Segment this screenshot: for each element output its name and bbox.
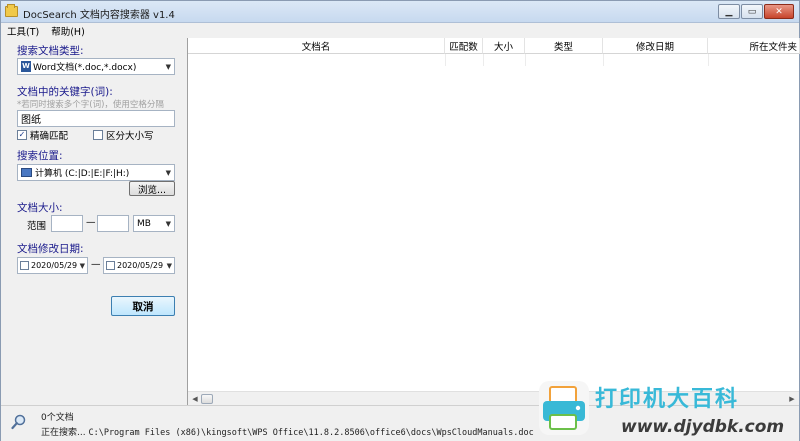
window-controls: ▁ ▭ ✕ — [718, 4, 794, 19]
chevron-down-icon: ▼ — [165, 63, 171, 71]
scrollbar-thumb[interactable] — [201, 394, 213, 404]
column-divider — [445, 54, 446, 66]
close-button[interactable]: ✕ — [764, 4, 794, 19]
checkbox-unchecked-icon[interactable] — [20, 261, 29, 270]
size-dash: — — [86, 217, 96, 228]
column-header-size[interactable]: 大小 — [483, 38, 525, 54]
case-sensitive-checkbox[interactable]: 区分大小写 — [93, 128, 154, 142]
doc-type-label: 搜索文档类型: — [17, 45, 84, 57]
column-divider — [708, 54, 709, 66]
keyword-label: 文档中的关键字(词): — [17, 86, 113, 98]
date-from-value: 2020/05/29 — [31, 261, 78, 270]
word-doc-icon: W — [21, 61, 31, 72]
column-header-folder[interactable]: 所在文件夹 — [708, 38, 800, 54]
size-unit-select[interactable]: MB ▼ — [133, 215, 175, 232]
app-window: DocSearch 文档内容搜索器 v1.4 ▁ ▭ ✕ 工具(T) 帮助(H)… — [0, 0, 800, 441]
minimize-icon: ▁ — [725, 6, 733, 17]
browse-button[interactable]: 浏览... — [129, 181, 175, 196]
date-to-picker[interactable]: 2020/05/29 ▼ — [103, 257, 175, 274]
keyword-input[interactable]: 图纸 — [17, 110, 175, 127]
column-divider — [603, 54, 604, 66]
date-to-value: 2020/05/29 — [117, 261, 164, 270]
size-min-input[interactable] — [51, 215, 83, 232]
doc-type-value: Word文档(*.doc,*.docx) — [33, 63, 137, 73]
search-progress-prefix: 正在搜索... — [41, 428, 86, 438]
magnifier-icon — [11, 414, 26, 430]
cancel-button-label: 取消 — [132, 300, 154, 313]
column-header-type[interactable]: 类型 — [525, 38, 603, 54]
exact-match-checkbox[interactable]: ✓ 精确匹配 — [17, 128, 68, 142]
checkbox-unchecked-icon[interactable] — [106, 261, 115, 270]
date-label: 文档修改日期: — [17, 243, 84, 255]
column-header-matches[interactable]: 匹配数 — [445, 38, 483, 54]
printer-logo-icon — [539, 381, 589, 435]
location-value: 计算机 (C:|D:|E:|F:|H:) — [35, 169, 130, 179]
column-header-label: 大小 — [493, 41, 513, 53]
scroll-left-icon[interactable]: ◀ — [189, 393, 201, 405]
column-header-label: 文档名 — [301, 41, 331, 53]
chevron-down-icon: ▼ — [79, 262, 85, 270]
watermark: 打印机大百科 www.djydbk.com — [529, 373, 800, 441]
maximize-button[interactable]: ▭ — [741, 4, 763, 19]
computer-icon — [21, 168, 32, 177]
chevron-down-icon: ▼ — [165, 220, 171, 228]
exact-match-label: 精确匹配 — [30, 131, 69, 142]
keyword-hint: *若同时搜索多个字(词)，使用空格分隔 — [17, 100, 164, 110]
date-dash: — — [91, 259, 101, 270]
maximize-icon: ▭ — [747, 6, 757, 17]
location-label: 搜索位置: — [17, 150, 63, 162]
column-header-name[interactable]: 文档名 — [188, 38, 445, 54]
date-from-picker[interactable]: 2020/05/29 ▼ — [17, 257, 88, 274]
checkbox-unchecked-icon — [93, 130, 103, 140]
result-count: 0个文档 — [41, 413, 74, 423]
browse-button-label: 浏览... — [137, 184, 167, 196]
column-divider — [525, 54, 526, 66]
doc-type-select[interactable]: W Word文档(*.doc,*.docx) ▼ — [17, 58, 175, 75]
column-divider — [483, 54, 484, 66]
chevron-down-icon: ▼ — [165, 169, 171, 177]
search-panel: 搜索文档类型: W Word文档(*.doc,*.docx) ▼ 文档中的关键字… — [1, 38, 187, 405]
column-header-label: 匹配数 — [449, 41, 478, 53]
title-bar[interactable]: DocSearch 文档内容搜索器 v1.4 ▁ ▭ ✕ — [1, 1, 799, 23]
size-range-label: 范围 — [27, 221, 47, 232]
cancel-button[interactable]: 取消 — [111, 296, 175, 316]
close-icon: ✕ — [775, 6, 783, 17]
menu-help[interactable]: 帮助(H) — [51, 24, 85, 38]
watermark-url: www.djydbk.com — [621, 417, 785, 437]
watermark-title: 打印机大百科 — [595, 387, 740, 412]
folder-icon — [5, 4, 18, 17]
column-header-label: 类型 — [553, 41, 573, 53]
location-select[interactable]: 计算机 (C:|D:|E:|F:|H:) ▼ — [17, 164, 175, 181]
menu-bar: 工具(T) 帮助(H) — [1, 23, 799, 38]
size-unit-value: MB — [137, 218, 151, 229]
menu-tools[interactable]: 工具(T) — [7, 24, 39, 38]
search-progress: 正在搜索... C:\Program Files (x86)\kingsoft\… — [41, 425, 534, 438]
size-max-input[interactable] — [97, 215, 129, 232]
checkbox-checked-icon: ✓ — [17, 130, 27, 140]
minimize-button[interactable]: ▁ — [718, 4, 740, 19]
window-title: DocSearch 文档内容搜索器 v1.4 — [23, 10, 175, 21]
column-header-modified[interactable]: 修改日期 — [603, 38, 708, 54]
keyword-value: 图纸 — [21, 115, 41, 126]
search-progress-path: C:\Program Files (x86)\kingsoft\WPS Offi… — [88, 428, 534, 438]
chevron-down-icon: ▼ — [166, 262, 172, 270]
column-header-label: 修改日期 — [635, 41, 674, 53]
size-label: 文档大小: — [17, 202, 63, 214]
column-header-label: 所在文件夹 — [749, 41, 797, 53]
results-list[interactable]: 文档名 匹配数 大小 类型 修改日期 所在文件夹 ◀ ▶ — [187, 38, 800, 405]
case-sensitive-label: 区分大小写 — [106, 131, 154, 142]
